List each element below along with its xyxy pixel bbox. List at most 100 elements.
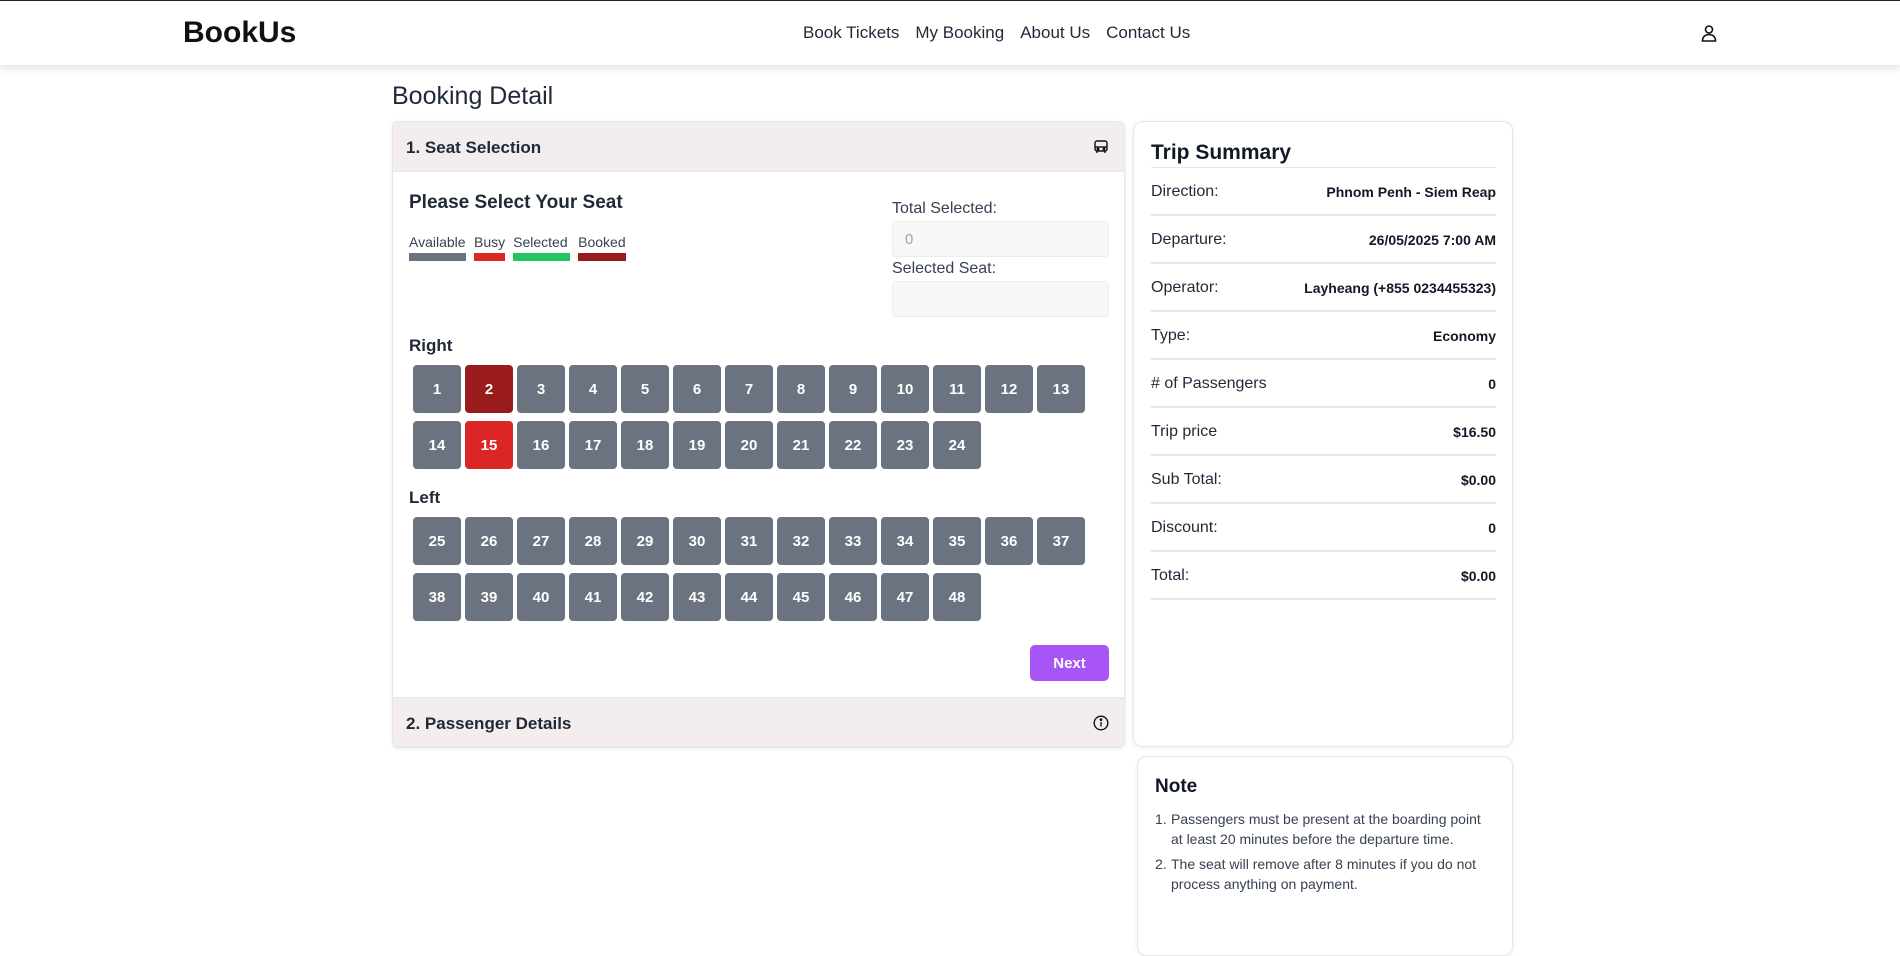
summary-value: 0 [1488, 376, 1496, 392]
seat-legend: Available Busy Selected Booked [409, 234, 627, 261]
seat-1[interactable]: 1 [413, 365, 461, 413]
seat-48[interactable]: 48 [933, 573, 981, 621]
summary-row-total: Total: $0.00 [1151, 552, 1496, 600]
summary-value: Phnom Penh - Siem Reap [1326, 184, 1496, 200]
seat-28[interactable]: 28 [569, 517, 617, 565]
seat-43[interactable]: 43 [673, 573, 721, 621]
seat-41[interactable]: 41 [569, 573, 617, 621]
summary-value: $0.00 [1460, 568, 1496, 584]
seat-2[interactable]: 2 [465, 365, 513, 413]
seat-12[interactable]: 12 [985, 365, 1033, 413]
nav-my-booking[interactable]: My Booking [915, 23, 1004, 43]
seat-32[interactable]: 32 [777, 517, 825, 565]
summary-label: Discount: [1151, 519, 1218, 536]
seat-9[interactable]: 9 [829, 365, 877, 413]
page-title: Booking Detail [392, 82, 554, 110]
seat-10[interactable]: 10 [881, 365, 929, 413]
seat-33[interactable]: 33 [829, 517, 877, 565]
main-nav: Book Tickets My Booking About Us Contact… [803, 23, 1190, 43]
seat-16[interactable]: 16 [517, 421, 565, 469]
seat-46[interactable]: 46 [829, 573, 877, 621]
summary-row-discount: Discount: 0 [1151, 504, 1496, 552]
passenger-details-header[interactable]: 2. Passenger Details [393, 697, 1124, 747]
nav-about-us[interactable]: About Us [1020, 23, 1090, 43]
note-card: Note 1. Passengers must be present at the… [1137, 756, 1513, 956]
seat-4[interactable]: 4 [569, 365, 617, 413]
summary-label: Total: [1151, 567, 1190, 584]
nav-book-tickets[interactable]: Book Tickets [803, 23, 899, 43]
nav-contact-us[interactable]: Contact Us [1106, 23, 1190, 43]
seat-selection-header[interactable]: 1. Seat Selection [393, 122, 1124, 172]
seat-44[interactable]: 44 [725, 573, 773, 621]
summary-value: $16.50 [1453, 424, 1496, 440]
seat-23[interactable]: 23 [881, 421, 929, 469]
seat-31[interactable]: 31 [725, 517, 773, 565]
next-button[interactable]: Next [1030, 645, 1109, 681]
seat-19[interactable]: 19 [673, 421, 721, 469]
seat-11[interactable]: 11 [933, 365, 981, 413]
seat-22[interactable]: 22 [829, 421, 877, 469]
selected-seat-field[interactable] [892, 281, 1109, 317]
legend-label: Booked [578, 234, 626, 250]
seat-36[interactable]: 36 [985, 517, 1033, 565]
legend-swatch [474, 253, 505, 261]
seat-row: 25 26 27 28 29 30 31 32 33 34 35 36 37 [413, 517, 1085, 565]
summary-label: Direction: [1151, 183, 1219, 200]
selected-seat-label: Selected Seat: [892, 260, 997, 277]
seat-34[interactable]: 34 [881, 517, 929, 565]
seat-47[interactable]: 47 [881, 573, 929, 621]
total-selected-field[interactable]: 0 [892, 221, 1109, 257]
seat-38[interactable]: 38 [413, 573, 461, 621]
seat-37[interactable]: 37 [1037, 517, 1085, 565]
seat-3[interactable]: 3 [517, 365, 565, 413]
seat-20[interactable]: 20 [725, 421, 773, 469]
legend-booked: Booked [578, 234, 627, 261]
seat-5[interactable]: 5 [621, 365, 669, 413]
seat-heading: Please Select Your Seat [409, 192, 623, 213]
seat-40[interactable]: 40 [517, 573, 565, 621]
summary-row-subtotal: Sub Total: $0.00 [1151, 456, 1496, 504]
summary-row-trip-price: Trip price $16.50 [1151, 408, 1496, 456]
summary-row-operator: Operator: Layheang (+855 0234455323) [1151, 264, 1496, 312]
summary-value: $0.00 [1460, 472, 1496, 488]
user-icon[interactable] [1699, 23, 1719, 43]
seat-27[interactable]: 27 [517, 517, 565, 565]
seat-13[interactable]: 13 [1037, 365, 1085, 413]
seat-42[interactable]: 42 [621, 573, 669, 621]
seat-29[interactable]: 29 [621, 517, 669, 565]
seat-17[interactable]: 17 [569, 421, 617, 469]
summary-label: Operator: [1151, 279, 1219, 296]
seat-21[interactable]: 21 [777, 421, 825, 469]
seat-14[interactable]: 14 [413, 421, 461, 469]
note-list: 1. Passengers must be present at the boar… [1155, 809, 1495, 899]
logo[interactable]: BookUs [183, 16, 296, 50]
seat-25[interactable]: 25 [413, 517, 461, 565]
bus-icon [1094, 140, 1108, 153]
total-selected-label: Total Selected: [892, 200, 997, 217]
seat-39[interactable]: 39 [465, 573, 513, 621]
seat-15[interactable]: 15 [465, 421, 513, 469]
seat-6[interactable]: 6 [673, 365, 721, 413]
top-navbar: BookUs Book Tickets My Booking About Us … [0, 0, 1900, 65]
summary-label: # of Passengers [1151, 375, 1267, 392]
summary-row-departure: Departure: 26/05/2025 7:00 AM [1151, 216, 1496, 264]
seat-24[interactable]: 24 [933, 421, 981, 469]
legend-label: Available [409, 234, 466, 250]
note-title: Note [1155, 776, 1198, 797]
info-icon [1093, 715, 1109, 731]
seat-35[interactable]: 35 [933, 517, 981, 565]
note-item: 2. The seat will remove after 8 minutes i… [1155, 854, 1495, 894]
seat-8[interactable]: 8 [777, 365, 825, 413]
summary-row-direction: Direction: Phnom Penh - Siem Reap [1151, 168, 1496, 216]
seat-18[interactable]: 18 [621, 421, 669, 469]
seat-30[interactable]: 30 [673, 517, 721, 565]
summary-label: Trip price [1151, 423, 1218, 440]
seat-selection-title: 1. Seat Selection [406, 138, 542, 157]
legend-selected: Selected [513, 234, 571, 261]
seat-26[interactable]: 26 [465, 517, 513, 565]
seat-45[interactable]: 45 [777, 573, 825, 621]
seat-7[interactable]: 7 [725, 365, 773, 413]
note-item: 1. Passengers must be present at the boar… [1155, 809, 1495, 849]
summary-label: Departure: [1151, 231, 1227, 248]
note-text: Passengers must be present at the boardi… [1171, 811, 1481, 847]
